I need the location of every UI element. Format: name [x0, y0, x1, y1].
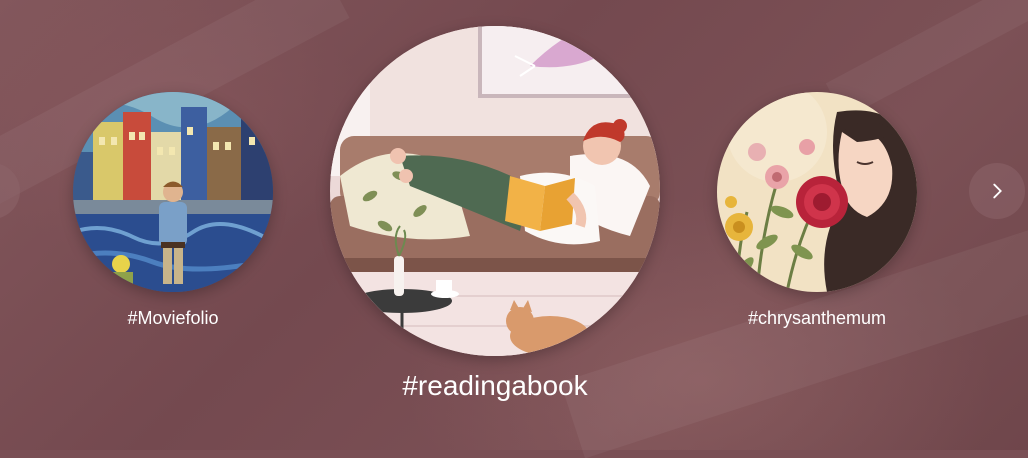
woman-reading-illustration [330, 26, 660, 356]
carousel-item-tag[interactable]: #readingabook [330, 370, 660, 402]
chevron-left-icon [0, 180, 3, 202]
carousel-item-tag[interactable]: #chrysanthemum [717, 308, 917, 329]
chevron-right-icon [993, 183, 1002, 199]
carousel-item-tag[interactable]: #Moviefolio [73, 308, 273, 329]
carousel-item-image-readingabook[interactable] [330, 26, 660, 356]
carousel-item-image-moviefolio[interactable] [73, 92, 273, 292]
carousel-item-image-chrysanthemum[interactable] [717, 92, 917, 292]
woman-with-flowers-illustration [717, 92, 917, 292]
man-in-painting-illustration [73, 92, 273, 292]
carousel-next-button[interactable] [969, 163, 1025, 219]
